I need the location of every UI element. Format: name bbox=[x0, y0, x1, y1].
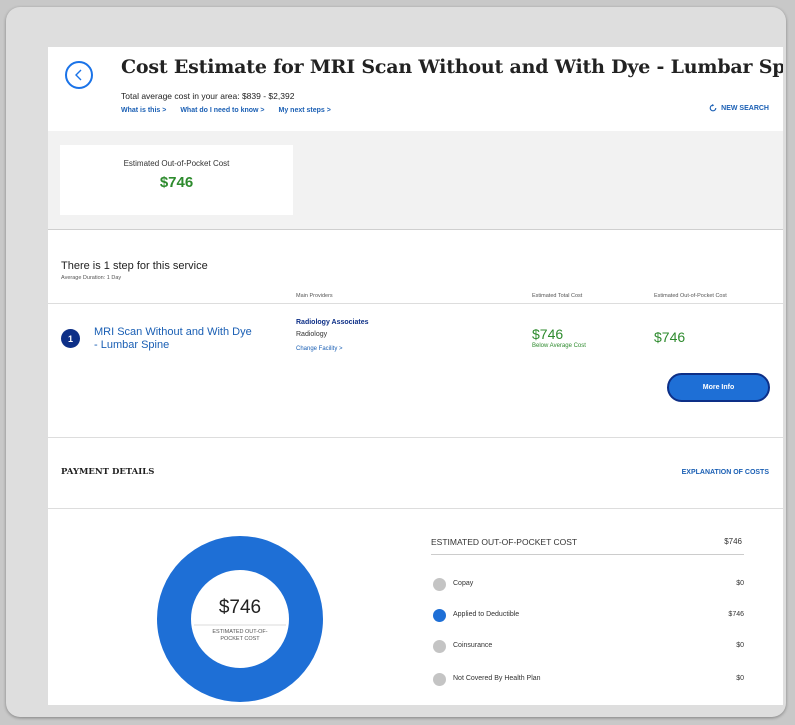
what-to-know-link[interactable]: What do I need to know > bbox=[180, 107, 264, 114]
chevron-left-icon bbox=[75, 69, 82, 81]
explanation-of-costs-link[interactable]: EXPLANATION OF COSTS bbox=[682, 469, 769, 476]
donut-ring-deductible bbox=[157, 536, 323, 702]
oop-summary-card: Estimated Out-of-Pocket Cost $746 bbox=[60, 145, 293, 215]
divider bbox=[48, 437, 783, 438]
step-name-link[interactable]: MRI Scan Without and With Dye - Lumbar S… bbox=[94, 326, 254, 352]
breakdown-value: $0 bbox=[736, 580, 744, 587]
column-header-providers: Main Providers bbox=[296, 293, 333, 299]
average-cost-text: Total average cost in your area: $839 - … bbox=[121, 91, 295, 101]
divider bbox=[48, 303, 783, 304]
payment-details-heading: PAYMENT DETAILS bbox=[61, 467, 155, 477]
blue-dot-icon bbox=[433, 609, 446, 622]
page-header: Cost Estimate for MRI Scan Without and W… bbox=[48, 47, 783, 131]
back-button[interactable] bbox=[65, 61, 93, 89]
provider-name-link[interactable]: Radiology Associates bbox=[296, 319, 369, 326]
breakdown-total: $746 bbox=[724, 537, 742, 546]
refresh-icon bbox=[709, 104, 717, 112]
breakdown-label: Coinsurance bbox=[453, 642, 493, 649]
breakdown-label: Applied to Deductible bbox=[453, 611, 520, 618]
breakdown-value: $0 bbox=[736, 675, 744, 682]
donut-center-label-line2: POCKET COST bbox=[220, 636, 260, 642]
more-info-button[interactable]: More Info bbox=[667, 373, 770, 402]
breakdown-row-copay: Copay $0 bbox=[433, 578, 744, 592]
breakdown-label: Copay bbox=[453, 580, 474, 587]
donut-center-value: $746 bbox=[219, 597, 261, 618]
estimated-total-cost: $746 bbox=[532, 326, 564, 342]
breakdown-value: $0 bbox=[736, 642, 744, 649]
breakdown-row-not-covered: Not Covered By Health Plan $0 bbox=[433, 673, 744, 687]
screenshot-frame: Cost Estimate for MRI Scan Without and W… bbox=[6, 7, 786, 717]
what-is-this-link[interactable]: What is this > bbox=[121, 107, 166, 114]
page-title: Cost Estimate for MRI Scan Without and W… bbox=[121, 56, 783, 78]
column-header-oop-cost: Estimated Out-of-Pocket Cost bbox=[654, 293, 727, 299]
change-facility-link[interactable]: Change Facility > bbox=[296, 346, 343, 352]
new-search-label: NEW SEARCH bbox=[721, 104, 769, 112]
steps-heading: There is 1 step for this service bbox=[61, 260, 208, 272]
steps-duration: Average Duration: 1 Day bbox=[61, 275, 122, 281]
breakdown-row-coinsurance: Coinsurance $0 bbox=[433, 640, 744, 654]
next-steps-link[interactable]: My next steps > bbox=[279, 107, 331, 114]
donut-center-label-line1: ESTIMATED OUT-OF- bbox=[212, 629, 267, 635]
below-average-badge: Below Average Cost bbox=[532, 343, 586, 349]
step-number-badge: 1 bbox=[61, 329, 80, 348]
breakdown-divider bbox=[431, 554, 744, 555]
column-header-total-cost: Estimated Total Cost bbox=[532, 293, 583, 299]
provider-specialty: Radiology bbox=[296, 331, 328, 338]
cost-estimate-panel: Cost Estimate for MRI Scan Without and W… bbox=[48, 47, 783, 705]
grey-dot-icon bbox=[433, 578, 446, 591]
breakdown-label: Not Covered By Health Plan bbox=[453, 675, 541, 682]
summary-section: Estimated Out-of-Pocket Cost $746 bbox=[48, 131, 783, 230]
grey-dot-icon bbox=[433, 640, 446, 653]
breakdown-value: $746 bbox=[728, 611, 744, 618]
info-links: What is this > What do I need to know > My… bbox=[121, 107, 345, 114]
oop-summary-label: Estimated Out-of-Pocket Cost bbox=[123, 159, 230, 168]
divider bbox=[48, 508, 783, 509]
oop-donut-chart: $746 ESTIMATED OUT-OF- POCKET COST bbox=[157, 536, 323, 702]
new-search-button[interactable]: NEW SEARCH bbox=[709, 104, 769, 112]
breakdown-header: ESTIMATED OUT-OF-POCKET COST bbox=[431, 537, 578, 547]
breakdown-row-deductible: Applied to Deductible $746 bbox=[433, 609, 744, 623]
estimated-oop-cost: $746 bbox=[654, 329, 686, 345]
grey-dot-icon bbox=[433, 673, 446, 686]
oop-summary-value: $746 bbox=[159, 174, 194, 191]
